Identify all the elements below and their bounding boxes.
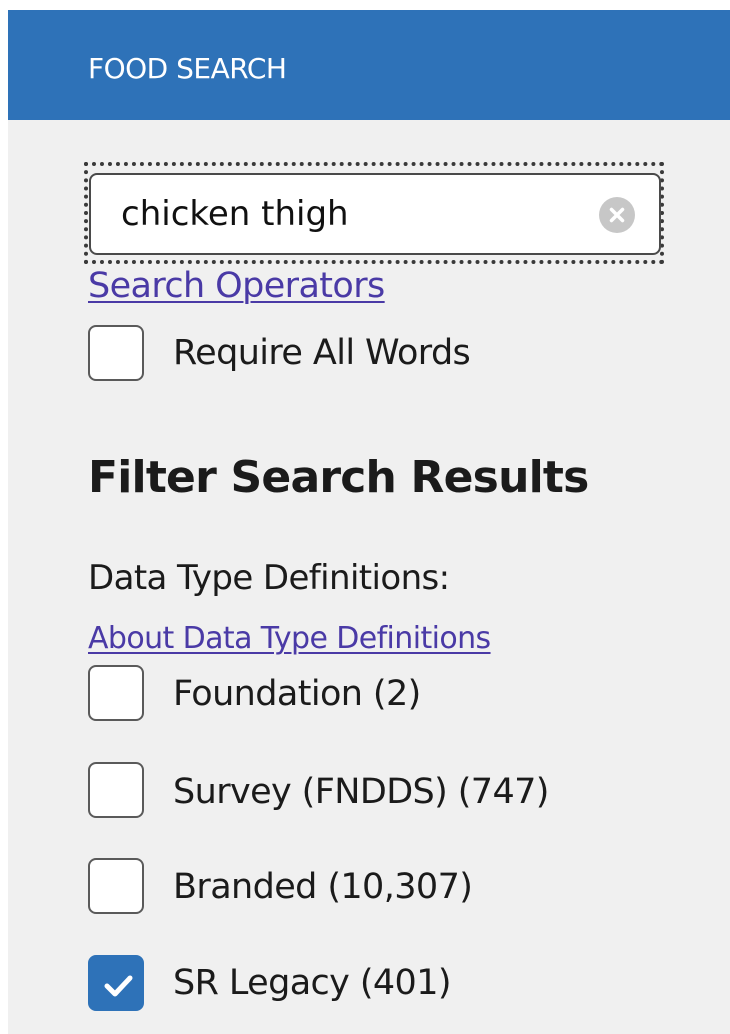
about-data-types-link[interactable]: About Data Type Definitions <box>88 621 491 656</box>
food-search-panel: FOOD SEARCH Search Operators Require All… <box>8 10 730 1034</box>
foundation-checkbox[interactable] <box>88 665 144 721</box>
filter-section-title: Filter Search Results <box>88 452 589 503</box>
search-box[interactable] <box>89 173 661 255</box>
data-type-heading: Data Type Definitions: <box>88 558 450 598</box>
sr-legacy-checkbox[interactable] <box>88 955 144 1011</box>
foundation-label: Foundation (2) <box>173 674 421 714</box>
branded-checkbox[interactable] <box>88 858 144 914</box>
search-input[interactable] <box>121 189 581 239</box>
require-all-words-label: Require All Words <box>173 333 471 373</box>
search-operators-link[interactable]: Search Operators <box>88 266 385 306</box>
require-all-words-checkbox[interactable] <box>88 325 144 381</box>
branded-label: Branded (10,307) <box>173 867 473 907</box>
checkmark-icon <box>104 975 133 997</box>
clear-search-icon[interactable] <box>599 197 635 233</box>
sr-legacy-label: SR Legacy (401) <box>173 963 452 1003</box>
panel-header: FOOD SEARCH <box>8 10 730 120</box>
survey-fndds-checkbox[interactable] <box>88 762 144 818</box>
survey-fndds-label: Survey (FNDDS) (747) <box>173 772 549 812</box>
header-title: FOOD SEARCH <box>88 52 287 85</box>
